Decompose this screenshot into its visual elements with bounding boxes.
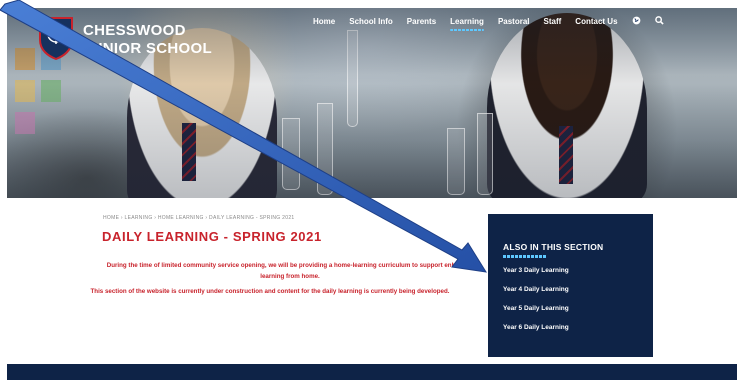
- main-nav: Home School Info Parents Learning Pastor…: [313, 16, 678, 31]
- sidebar-heading: ALSO IN THIS SECTION: [503, 242, 604, 252]
- globe-icon[interactable]: [632, 16, 641, 27]
- section-sidebar: ALSO IN THIS SECTION Year 3 Daily Learni…: [488, 214, 653, 357]
- nav-parents[interactable]: Parents: [407, 17, 436, 26]
- school-crest-logo[interactable]: [38, 16, 74, 61]
- sidebar-link-year-6[interactable]: Year 6 Daily Learning: [503, 324, 569, 331]
- construction-note: This section of the website is currently…: [90, 288, 450, 295]
- search-icon[interactable]: [654, 16, 664, 27]
- intro-text: During the time of limited community ser…: [106, 262, 474, 280]
- sidebar-link-year-3[interactable]: Year 3 Daily Learning: [503, 267, 569, 274]
- sidebar-heading-underline: [503, 255, 547, 258]
- breadcrumb[interactable]: HOME › LEARNING › HOME LEARNING › DAILY …: [103, 215, 295, 221]
- nav-home[interactable]: Home: [313, 17, 335, 26]
- nav-staff[interactable]: Staff: [544, 17, 562, 26]
- nav-pastoral[interactable]: Pastoral: [498, 17, 530, 26]
- page-title: DAILY LEARNING - SPRING 2021: [102, 229, 322, 244]
- school-name[interactable]: CHESSWOOD JUNIOR SCHOOL: [83, 22, 212, 58]
- nav-school-info[interactable]: School Info: [349, 17, 393, 26]
- footer-band: [7, 364, 737, 380]
- sidebar-link-year-5[interactable]: Year 5 Daily Learning: [503, 305, 569, 312]
- sidebar-link-year-4[interactable]: Year 4 Daily Learning: [503, 286, 569, 293]
- nav-learning[interactable]: Learning: [450, 17, 484, 31]
- school-name-line2: JUNIOR SCHOOL: [83, 40, 212, 57]
- school-name-line1: CHESSWOOD: [83, 22, 186, 39]
- nav-contact-us[interactable]: Contact Us: [575, 17, 617, 26]
